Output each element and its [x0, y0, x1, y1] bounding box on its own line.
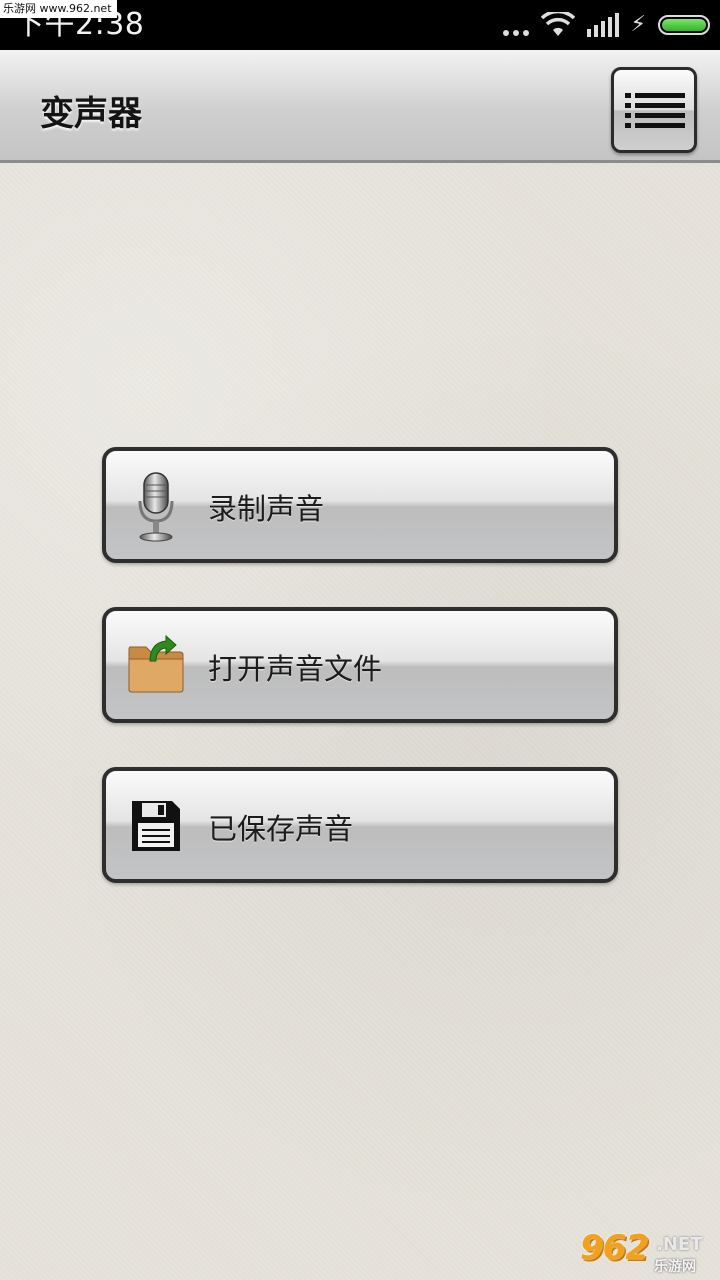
floppy-disk-icon	[132, 801, 180, 851]
wifi-icon	[540, 12, 575, 36]
signal-icon	[586, 13, 619, 37]
microphone-icon	[138, 472, 174, 542]
list-menu-icon	[625, 93, 685, 128]
more-dots-icon	[502, 30, 529, 36]
battery-icon	[658, 15, 710, 35]
open-sound-file-button[interactable]: 打开声音文件	[102, 607, 618, 723]
watermark-top: 乐游网 www.962.net	[0, 0, 117, 18]
charging-icon: ⚡	[630, 12, 646, 37]
watermark-logo: 962 .NET 乐游网	[580, 1228, 716, 1276]
record-sound-button[interactable]: 录制声音	[102, 447, 618, 563]
watermark-logo-name: 乐游网	[654, 1259, 696, 1275]
record-sound-label: 录制声音	[208, 492, 325, 526]
app-title: 变声器	[40, 94, 142, 134]
status-icons: ⚡	[502, 8, 710, 42]
app-header: 变声器	[0, 50, 720, 163]
saved-sounds-button[interactable]: 已保存声音	[102, 767, 618, 883]
watermark-logo-domain: .NET	[656, 1234, 703, 1255]
watermark-logo-number: 962	[580, 1228, 649, 1268]
open-sound-file-label: 打开声音文件	[208, 652, 383, 686]
menu-button[interactable]	[611, 67, 697, 153]
folder-open-icon	[128, 634, 184, 693]
status-bar: 下午2:38 乐游网 www.962.net ⚡	[0, 0, 720, 50]
saved-sounds-label: 已保存声音	[208, 812, 354, 846]
